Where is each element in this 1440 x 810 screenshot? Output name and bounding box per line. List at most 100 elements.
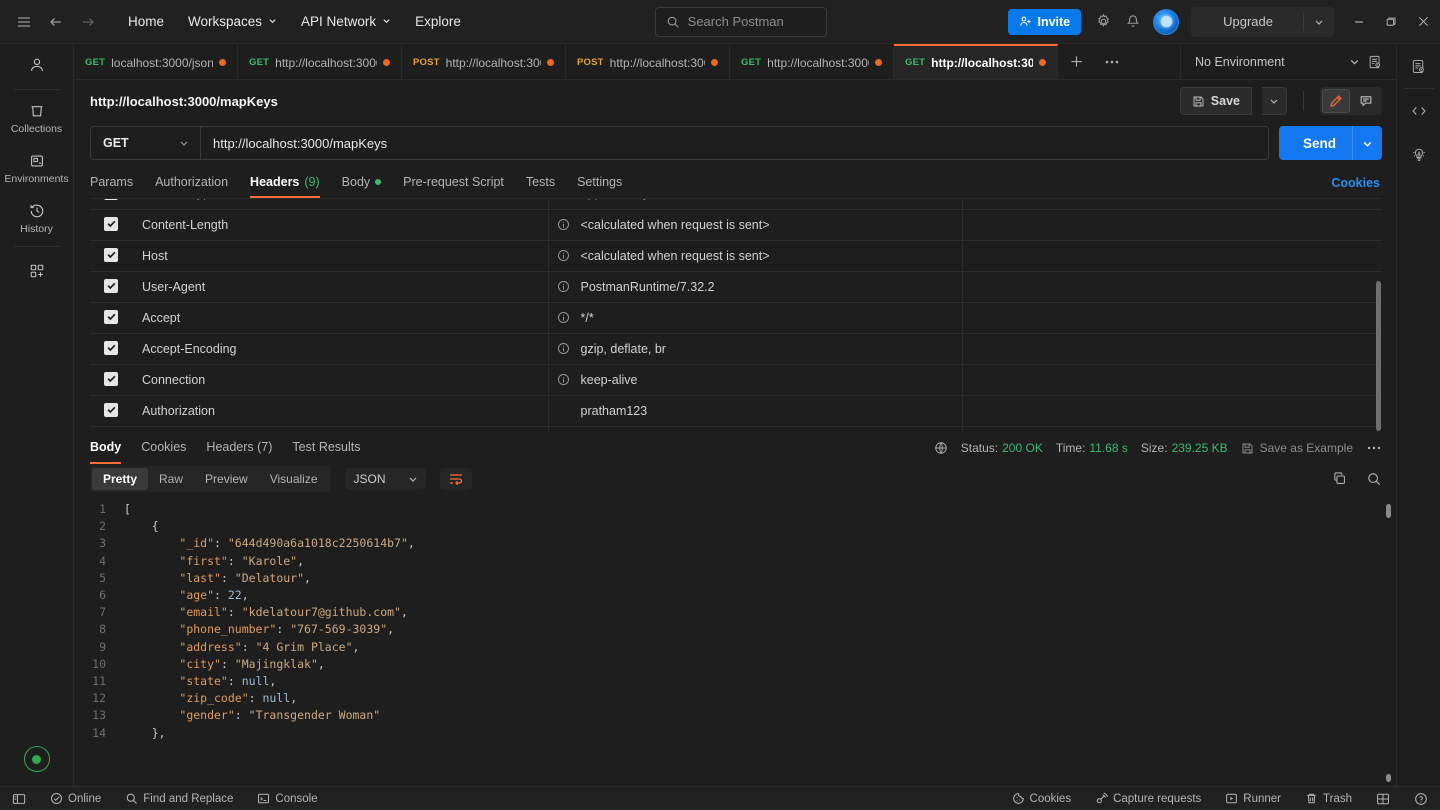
header-value-cell[interactable]: gzip, deflate, br bbox=[548, 333, 963, 365]
code-snippet-button[interactable] bbox=[1397, 89, 1440, 133]
find-and-replace-button[interactable]: Find and Replace bbox=[121, 790, 237, 807]
user-avatar[interactable] bbox=[1153, 8, 1180, 35]
sidebar-item-environments[interactable]: Environments bbox=[0, 143, 74, 193]
header-value-cell[interactable]: PostmanRuntime/7.32.2 bbox=[548, 271, 963, 303]
send-button[interactable]: Send bbox=[1278, 126, 1382, 160]
header-key[interactable]: Accept bbox=[134, 302, 549, 334]
checkbox-checked-icon[interactable] bbox=[104, 371, 118, 386]
response-tab-cookies[interactable]: Cookies bbox=[141, 432, 186, 464]
environment-quick-look-button[interactable] bbox=[1397, 44, 1440, 88]
row-checkbox-cell[interactable] bbox=[90, 271, 134, 303]
capture-requests-button[interactable]: Capture requests bbox=[1091, 790, 1205, 807]
nav-item-home[interactable]: Home bbox=[116, 8, 176, 35]
sidebar-item-new-apps[interactable] bbox=[0, 250, 74, 288]
header-value-cell[interactable]: <calculated when request is sent> bbox=[548, 209, 963, 241]
tab-authorization[interactable]: Authorization bbox=[155, 168, 228, 198]
word-wrap-toggle-icon[interactable] bbox=[439, 468, 472, 490]
toggle-sidebar-button[interactable] bbox=[8, 790, 30, 808]
save-as-example-button[interactable]: Save as Example bbox=[1241, 441, 1353, 455]
header-value-cell[interactable]: <calculated when request is sent> bbox=[548, 240, 963, 272]
view-tab-pretty[interactable]: Pretty bbox=[92, 468, 149, 490]
table-row[interactable]: Host <calculated when request is sent> bbox=[90, 240, 1382, 272]
header-key[interactable]: Accept-Encoding bbox=[134, 333, 549, 365]
checkbox-checked-icon[interactable] bbox=[104, 199, 118, 200]
comments-icon[interactable] bbox=[1352, 89, 1380, 113]
notifications-bell-icon[interactable] bbox=[1119, 8, 1147, 36]
header-key[interactable]: User-Agent bbox=[134, 271, 549, 303]
status-online[interactable]: Online bbox=[46, 790, 105, 807]
postbot-button[interactable] bbox=[1397, 133, 1440, 177]
row-checkbox-cell[interactable] bbox=[90, 333, 134, 365]
checkbox-checked-icon[interactable] bbox=[104, 216, 118, 231]
response-body-viewer[interactable]: 1 2 3 4 5 6 7 8 9 10 11 12 13 14 [{"_i… bbox=[74, 498, 1396, 786]
sidebar-item-history[interactable]: History bbox=[0, 193, 74, 243]
window-close-button[interactable] bbox=[1408, 7, 1438, 37]
start-recording-button[interactable] bbox=[23, 746, 50, 772]
response-tab-headers[interactable]: Headers (7) bbox=[206, 432, 272, 464]
nav-item-workspaces[interactable]: Workspaces bbox=[176, 8, 289, 35]
new-header-key-input[interactable]: Key bbox=[134, 426, 549, 432]
back-arrow-icon[interactable] bbox=[42, 8, 70, 36]
settings-gear-icon[interactable] bbox=[1089, 8, 1117, 36]
table-row[interactable]: Authorization pratham123 bbox=[90, 395, 1382, 427]
header-description[interactable] bbox=[962, 302, 1382, 334]
upgrade-button[interactable]: Upgrade bbox=[1191, 6, 1334, 37]
table-row-placeholder[interactable]: Key Value Description bbox=[90, 426, 1382, 432]
new-header-description-input[interactable]: Description bbox=[962, 426, 1382, 432]
checkbox-checked-icon[interactable] bbox=[104, 278, 118, 293]
window-minimize-button[interactable] bbox=[1344, 7, 1374, 37]
headers-scrollbar[interactable] bbox=[1376, 281, 1381, 431]
row-checkbox-cell[interactable] bbox=[90, 395, 134, 427]
row-checkbox-cell[interactable] bbox=[90, 302, 134, 334]
response-more-options-icon[interactable] bbox=[1366, 445, 1382, 451]
console-button[interactable]: Console bbox=[253, 790, 321, 807]
sidebar-item-collections[interactable]: Collections bbox=[0, 93, 74, 143]
save-options-button[interactable] bbox=[1262, 87, 1287, 115]
table-row[interactable]: User-Agent PostmanRuntime/7.32.2 bbox=[90, 271, 1382, 303]
checkbox-checked-icon[interactable] bbox=[104, 340, 118, 355]
header-key[interactable]: Authorization bbox=[134, 395, 549, 427]
url-input[interactable]: http://localhost:3000/mapKeys bbox=[201, 127, 1268, 159]
request-tab[interactable]: POST http://localhost:3000/ bbox=[566, 44, 730, 79]
table-row[interactable]: Connection keep-alive bbox=[90, 364, 1382, 396]
tab-params[interactable]: Params bbox=[90, 168, 133, 198]
environment-quick-look-icon[interactable] bbox=[1360, 54, 1390, 70]
header-value-cell[interactable]: */* bbox=[548, 302, 963, 334]
response-tab-body[interactable]: Body bbox=[90, 432, 122, 464]
table-row[interactable]: Content-Length <calculated when request … bbox=[90, 209, 1382, 241]
view-tab-raw[interactable]: Raw bbox=[148, 468, 194, 490]
request-tab[interactable]: GET http://localhost:3000/u bbox=[730, 44, 894, 79]
header-description[interactable] bbox=[962, 395, 1382, 427]
row-checkbox-cell[interactable] bbox=[90, 364, 134, 396]
view-tab-visualize[interactable]: Visualize bbox=[259, 468, 329, 490]
header-value-cell[interactable]: keep-alive bbox=[548, 364, 963, 396]
help-button[interactable] bbox=[1410, 790, 1432, 808]
cookies-link[interactable]: Cookies bbox=[1331, 176, 1380, 190]
trash-button[interactable]: Trash bbox=[1301, 790, 1356, 807]
layout-toggle-button[interactable] bbox=[1372, 790, 1394, 808]
chevron-down-icon[interactable] bbox=[1304, 17, 1334, 27]
edit-pencil-icon[interactable] bbox=[1322, 89, 1350, 113]
header-description[interactable] bbox=[962, 333, 1382, 365]
tab-pre-request-script[interactable]: Pre-request Script bbox=[403, 168, 504, 198]
response-scrollbar-thumb[interactable] bbox=[1386, 504, 1391, 518]
search-icon[interactable] bbox=[1366, 471, 1382, 487]
table-row[interactable]: Accept */* bbox=[90, 302, 1382, 334]
invite-button[interactable]: Invite bbox=[1008, 8, 1082, 35]
checkbox-checked-icon[interactable] bbox=[104, 402, 118, 417]
header-key[interactable]: Content-Length bbox=[134, 209, 549, 241]
table-row[interactable]: Content-Type application/json bbox=[90, 199, 1382, 210]
header-value-cell[interactable]: pratham123 bbox=[548, 395, 963, 427]
header-key[interactable]: Content-Type bbox=[134, 199, 549, 210]
tab-settings[interactable]: Settings bbox=[577, 168, 622, 198]
table-row[interactable]: Accept-Encoding gzip, deflate, br bbox=[90, 333, 1382, 365]
view-tab-preview[interactable]: Preview bbox=[194, 468, 259, 490]
header-value-cell[interactable]: application/json bbox=[548, 199, 963, 210]
response-scrollbar-bottom[interactable] bbox=[1386, 774, 1391, 782]
request-tab-active[interactable]: GET http://localhost:3000/r bbox=[894, 44, 1058, 79]
row-checkbox-cell[interactable] bbox=[90, 209, 134, 241]
globe-icon[interactable] bbox=[934, 441, 948, 455]
forward-arrow-icon[interactable] bbox=[74, 8, 102, 36]
tab-headers[interactable]: Headers (9) bbox=[250, 168, 320, 198]
new-tab-button[interactable] bbox=[1058, 44, 1094, 79]
